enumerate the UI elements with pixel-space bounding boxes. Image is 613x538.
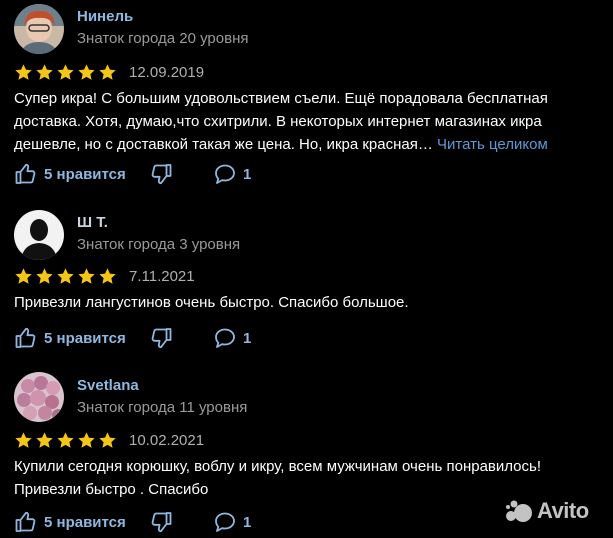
review-actions: 5 нравится 1 xyxy=(14,510,494,536)
star-icon xyxy=(78,432,95,448)
star-icon xyxy=(99,432,116,448)
review-card-3: Svetlana Знаток города 11 уровня 10.02.2… xyxy=(0,0,613,538)
comments-button[interactable]: 1 xyxy=(213,510,251,534)
author-level: Знаток города 11 уровня xyxy=(77,399,248,416)
star-icon xyxy=(57,432,74,448)
comments-count: 1 xyxy=(243,513,252,531)
watermark-text: Avito xyxy=(537,498,589,523)
flowers-photo-icon xyxy=(14,372,64,422)
thumbs-up-icon xyxy=(15,511,36,532)
avatar[interactable] xyxy=(14,372,64,422)
review-author[interactable]: Svetlana xyxy=(77,377,139,394)
rating-stars xyxy=(14,431,117,450)
likes-count: 5 нравится xyxy=(44,513,126,531)
thumbs-down-icon xyxy=(151,512,172,533)
review-text: Купили сегодня корюшку, воблу и икру, вс… xyxy=(14,458,541,498)
like-button[interactable]: 5 нравится xyxy=(14,510,126,534)
comment-bubble-icon xyxy=(215,512,235,532)
review-date: 10.02.2021 xyxy=(129,432,205,449)
avito-watermark: Avito xyxy=(505,498,589,524)
star-icon xyxy=(15,432,32,448)
dislike-button[interactable] xyxy=(149,510,173,534)
avito-logo-icon xyxy=(506,500,532,522)
star-icon xyxy=(36,432,53,448)
